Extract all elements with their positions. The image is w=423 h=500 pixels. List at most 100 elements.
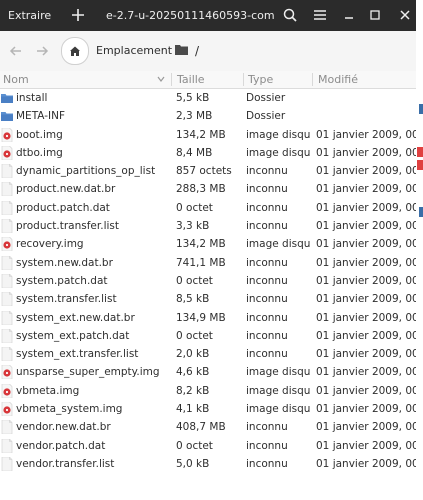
file-size: 3,3 kB [176, 220, 210, 233]
file-row[interactable]: unsparse_super_empty.img 4,6 kB image disq… [0, 363, 423, 381]
home-icon [70, 46, 80, 56]
file-row[interactable]: META-INF 2,3 MB Dossier [0, 107, 423, 125]
column-divider[interactable] [171, 73, 172, 86]
file-icon [1, 182, 13, 197]
file-modified: 01 janvier 2009, 00:00 [316, 256, 423, 269]
file-size: 288,3 MB [176, 183, 226, 196]
file-type: inconnu [246, 220, 288, 233]
file-row[interactable]: system.transfer.list 8,5 kB inconnu 01 janv… [0, 290, 423, 308]
column-divider[interactable] [312, 73, 313, 86]
menu-icon[interactable] [309, 4, 331, 26]
file-row[interactable]: boot.img 134,2 MB image disque… 01 janvier … [0, 126, 423, 144]
file-type: inconnu [246, 348, 288, 361]
file-row[interactable]: product.new.dat.br 288,3 MB inconnu 01 janv… [0, 180, 423, 198]
file-size: 5,0 kB [176, 457, 210, 470]
forward-arrow-icon[interactable] [34, 43, 50, 59]
file-type: inconnu [246, 311, 288, 324]
file-row[interactable]: product.transfer.list 3,3 kB inconnu 01 jan… [0, 217, 423, 235]
file-icon [1, 200, 13, 215]
modified-column-header[interactable]: Modifié [318, 71, 358, 88]
file-size: 2,0 kB [176, 348, 210, 361]
file-row[interactable]: vbmeta.img 8,2 kB image disque… 01 janvier … [0, 382, 423, 400]
file-row[interactable]: system_ext.transfer.list 2,0 kB inconnu 01 … [0, 345, 423, 363]
file-row[interactable]: dynamic_partitions_op_list 857 octets inco… [0, 162, 423, 180]
file-type: image disque… [246, 146, 310, 159]
file-row[interactable]: product.patch.dat 0 octet inconnu 01 janvie… [0, 199, 423, 217]
file-modified: 01 janvier 2009, 00:00 [316, 384, 423, 397]
file-name: system.new.dat.br [16, 256, 113, 269]
file-name: product.patch.dat [16, 201, 110, 214]
search-icon[interactable] [279, 4, 301, 26]
size-column-header[interactable]: Taille [177, 71, 205, 88]
file-size: 0 octet [176, 439, 213, 452]
file-row[interactable]: install 5,5 kB Dossier [0, 89, 423, 107]
path-segment[interactable]: / [195, 31, 199, 71]
type-column-header[interactable]: Type [248, 71, 273, 88]
file-size: 408,7 MB [176, 421, 226, 434]
file-icon [1, 273, 13, 288]
file-size: 0 octet [176, 274, 213, 287]
minimize-icon[interactable] [338, 4, 360, 26]
file-size: 4,1 kB [176, 403, 210, 416]
file-name: system_ext.transfer.list [16, 348, 139, 361]
file-icon [1, 456, 13, 471]
file-type: Dossier [246, 110, 286, 123]
file-size: 5,5 kB [176, 92, 210, 104]
file-modified: 01 janvier 2009, 00:00 [316, 293, 423, 306]
file-size: 8,4 MB [176, 146, 213, 159]
file-size: 8,5 kB [176, 293, 210, 306]
file-modified: 01 janvier 2009, 00:00 [316, 366, 423, 379]
file-modified: 01 janvier 2009, 00:00 [316, 311, 423, 324]
file-modified: 01 janvier 2009, 00:00 [316, 348, 423, 361]
file-row[interactable]: vendor.patch.dat 0 octet inconnu 01 janvier… [0, 437, 423, 455]
file-type: inconnu [246, 165, 288, 178]
file-icon [1, 255, 13, 270]
file-row[interactable]: system.patch.dat 0 octet inconnu 01 janvier… [0, 272, 423, 290]
name-column-header[interactable]: Nom [3, 71, 29, 88]
file-type: inconnu [246, 201, 288, 214]
file-modified: 01 janvier 2009, 00:00 [316, 457, 423, 470]
disk-image-icon [1, 383, 13, 398]
title-bar: Extraire e-2.7-u-20250111460593-com… [0, 0, 423, 31]
disk-image-icon [1, 402, 13, 417]
file-type: inconnu [246, 256, 288, 269]
file-modified: 01 janvier 2009, 00:00 [316, 201, 423, 214]
background-window-fragment [419, 104, 423, 114]
file-name: META-INF [16, 110, 66, 123]
file-size: 4,6 kB [176, 366, 210, 379]
file-name: system_ext.new.dat.br [16, 311, 135, 324]
add-icon[interactable] [67, 4, 89, 26]
file-row[interactable]: vendor.transfer.list 5,0 kB inconnu 01 janv… [0, 455, 423, 473]
close-icon[interactable] [394, 4, 416, 26]
file-icon [1, 328, 13, 343]
disk-image-icon [1, 237, 13, 252]
file-size: 2,3 MB [176, 110, 213, 123]
file-icon [1, 219, 13, 234]
file-name: dtbo.img [16, 146, 63, 159]
file-row[interactable]: system_ext.patch.dat 0 octet inconnu 01 jan… [0, 327, 423, 345]
file-row[interactable]: system.new.dat.br 741,1 MB inconnu 01 janvi… [0, 254, 423, 272]
file-icon [1, 438, 13, 453]
file-name: install [16, 92, 48, 104]
file-row[interactable]: vendor.new.dat.br 408,7 MB inconnu 01 janvi… [0, 418, 423, 436]
column-divider[interactable] [243, 73, 244, 86]
file-name: product.new.dat.br [16, 183, 116, 196]
file-name: vendor.transfer.list [16, 457, 115, 470]
file-modified: 01 janvier 2009, 00:00 [316, 165, 423, 178]
background-window-fragment [417, 147, 423, 157]
file-row[interactable]: dtbo.img 8,4 MB image disque… 01 janvier 20… [0, 144, 423, 162]
file-row[interactable]: recovery.img 134,2 MB image disque… 01 janv… [0, 235, 423, 253]
file-modified: 01 janvier 2009, 00:00 [316, 183, 423, 196]
file-modified: 01 janvier 2009, 00:00 [316, 439, 423, 452]
folder-icon[interactable] [175, 44, 188, 55]
file-row[interactable]: system_ext.new.dat.br 134,9 MB inconnu 01 j… [0, 309, 423, 327]
file-modified: 01 janvier 2009, 00:00 [316, 146, 423, 159]
extract-button[interactable]: Extraire [8, 0, 51, 31]
file-size: 0 octet [176, 201, 213, 214]
file-type: inconnu [246, 439, 288, 452]
home-button[interactable] [61, 37, 89, 65]
back-arrow-icon[interactable] [8, 43, 24, 59]
file-name: system.patch.dat [16, 274, 108, 287]
maximize-icon[interactable] [364, 4, 386, 26]
file-row[interactable]: vbmeta_system.img 4,1 kB image disque… 01 j… [0, 400, 423, 418]
